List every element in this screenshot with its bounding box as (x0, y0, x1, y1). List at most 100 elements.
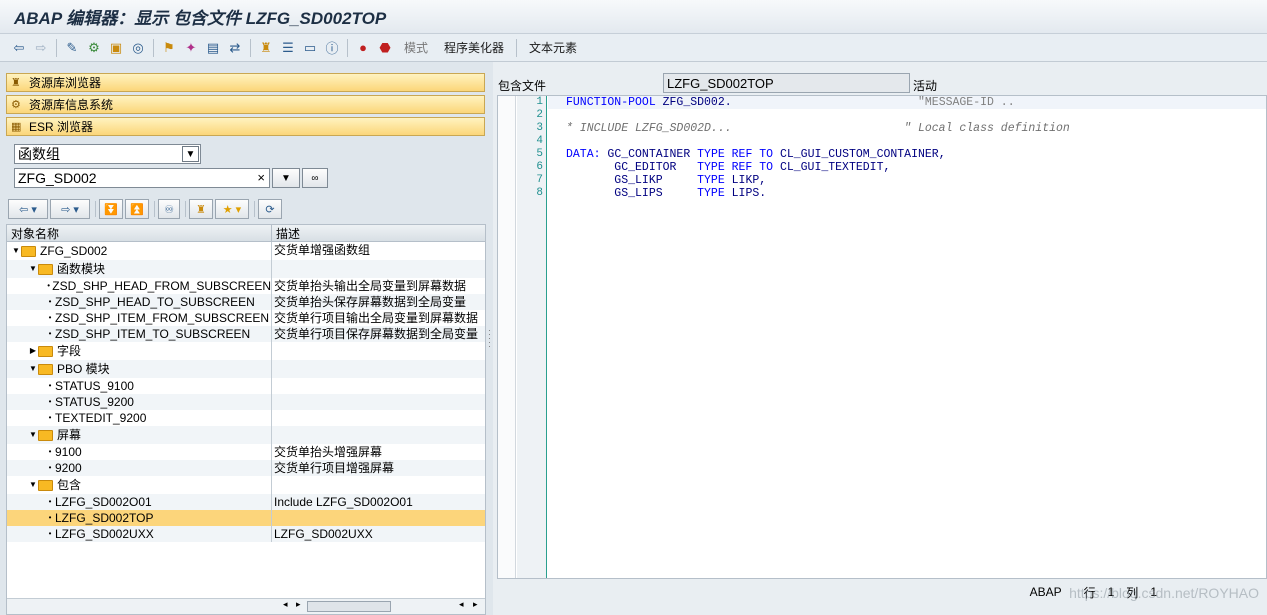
code-editor[interactable]: 12345678 FUNCTION-POOL ZFG_SD002. "MESSA… (497, 95, 1267, 579)
tree-row[interactable]: • ZSD_SHP_ITEM_FROM_SUBSCREEN 交货单行项目输出全局变量… (7, 310, 485, 326)
expand-arrow-icon[interactable]: ▶ (28, 343, 38, 359)
scroll-right-icon[interactable]: ▸ (296, 599, 301, 610)
create-button[interactable]: ♜ (189, 199, 213, 219)
text-elements-button[interactable]: 文本元素 (521, 39, 585, 56)
tree-node-name[interactable]: ZSD_SHP_ITEM_TO_SUBSCREEN (55, 326, 250, 342)
expand-all-button[interactable]: ⏬ (99, 199, 123, 219)
tree-node-name[interactable]: STATUS_9100 (55, 378, 134, 394)
refresh-button[interactable]: ⟳ (258, 199, 282, 219)
tree-row[interactable]: ▶ 字段 (7, 342, 485, 360)
line-number: 2 (536, 109, 543, 121)
tree-row[interactable]: • LZFG_SD002TOP (7, 510, 485, 526)
toolbar-separator (347, 38, 348, 57)
repository-browser-button[interactable]: ♜ 资源库浏览器 (6, 73, 485, 92)
window-icon[interactable]: ▭ (299, 37, 321, 59)
tree-node-name[interactable]: 9200 (55, 460, 82, 476)
tree-node-name[interactable]: PBO 模块 (57, 361, 110, 377)
back-arrow-icon[interactable]: ⇦ (8, 37, 30, 59)
tree-row[interactable]: ▼ PBO 模块 (7, 360, 485, 378)
tree-row[interactable]: • STATUS_9200 (7, 394, 485, 410)
tree-row[interactable]: • 9200 交货单行项目增强屏幕 (7, 460, 485, 476)
tree-row[interactable]: ▼ ZFG_SD002 交货单增强函数组 (7, 242, 485, 260)
find-button[interactable]: ♾ (158, 199, 180, 219)
tree-node-description: 交货单抬头增强屏幕 (274, 445, 383, 459)
watermark: https://blog.csdn.net/ROYHAO (1069, 585, 1259, 601)
object-name-input[interactable]: ZFG_SD002 × (14, 168, 270, 188)
where-used-icon[interactable]: ⚑ (158, 37, 180, 59)
object-list-icon[interactable]: ▤ (202, 37, 224, 59)
tree-node-name[interactable]: 函数模块 (57, 261, 105, 277)
tree-node-description: LZFG_SD002UXX (274, 527, 373, 541)
tree-row[interactable]: ▼ 函数模块 (7, 260, 485, 278)
hierarchy-icon[interactable]: ♜ (255, 37, 277, 59)
tree-row[interactable]: ▼ 屏幕 (7, 426, 485, 444)
scroll-right-icon[interactable]: ▸ (473, 599, 478, 610)
pretty-printer-button[interactable]: 程序美化器 (436, 39, 512, 56)
check-icon[interactable]: ▣ (105, 37, 127, 59)
stop-icon[interactable]: ⬣ (374, 37, 396, 59)
tree-node-name[interactable]: ZFG_SD002 (40, 243, 107, 259)
tree-row[interactable]: • STATUS_9100 (7, 378, 485, 394)
bullet-icon: • (48, 413, 52, 422)
line-number: 1 (536, 96, 543, 108)
tree-node-name[interactable]: LZFG_SD002TOP (55, 510, 153, 526)
tree-node-name[interactable]: ZSD_SHP_HEAD_TO_SUBSCREEN (55, 294, 255, 310)
tree-node-name[interactable]: STATUS_9200 (55, 394, 134, 410)
collapse-arrow-icon[interactable]: ▼ (28, 477, 38, 493)
other-object-icon[interactable]: ⚙ (83, 37, 105, 59)
history-dropdown-button[interactable]: ▼ (272, 168, 300, 188)
collapse-arrow-icon[interactable]: ▼ (11, 243, 21, 259)
collapse-all-button[interactable]: ⏫ (125, 199, 149, 219)
tree-node-description (272, 260, 274, 278)
line-number: 7 (536, 174, 543, 186)
collapse-arrow-icon[interactable]: ▼ (28, 427, 38, 443)
clear-icon[interactable]: × (257, 170, 265, 185)
tree-node-name[interactable]: ZSD_SHP_ITEM_FROM_SUBSCREEN (55, 310, 269, 326)
info-icon[interactable]: ⓘ (321, 37, 343, 59)
chevron-down-icon[interactable]: ▼ (182, 146, 199, 162)
tree-node-name[interactable]: LZFG_SD002UXX (55, 526, 154, 542)
previous-object-button[interactable]: ⇦ ▾ (8, 199, 48, 219)
folder-icon (38, 263, 53, 275)
tree-row[interactable]: • TEXTEDIT_9200 (7, 410, 485, 426)
repository-info-system-button[interactable]: ⚙ 资源库信息系统 (6, 95, 485, 114)
tree-row[interactable]: • ZSD_SHP_HEAD_FROM_SUBSCREEN 交货单抬头输出全局变量到… (7, 278, 485, 294)
esr-browser-button[interactable]: ▦ ESR 浏览器 (6, 117, 485, 136)
tree-node-name[interactable]: 屏幕 (57, 427, 81, 443)
activate-icon[interactable]: ◎ (127, 37, 149, 59)
tree-node-name[interactable]: ZSD_SHP_HEAD_FROM_SUBSCREEN (52, 278, 271, 294)
display-glasses-button[interactable]: ∞ (302, 168, 328, 188)
column-header-description[interactable]: 描述 (272, 225, 300, 241)
stack-icon[interactable]: ☰ (277, 37, 299, 59)
tree-row[interactable]: • 9100 交货单抬头增强屏幕 (7, 444, 485, 460)
tree-node-name[interactable]: 9100 (55, 444, 82, 460)
display-change-icon[interactable]: ✎ (61, 37, 83, 59)
tree-row[interactable]: • LZFG_SD002UXX LZFG_SD002UXX (7, 526, 485, 542)
forward-arrow-icon[interactable]: ⇨ (30, 37, 52, 59)
scroll-thumb[interactable] (307, 601, 391, 612)
tree-node-name[interactable]: 字段 (57, 343, 81, 359)
column-header-object-name[interactable]: 对象名称 (7, 225, 272, 241)
favorites-button[interactable]: ★ ▾ (215, 199, 249, 219)
tree-node-name[interactable]: TEXTEDIT_9200 (55, 410, 146, 426)
object-type-select[interactable]: 函数组 ▼ (14, 144, 201, 164)
collapse-arrow-icon[interactable]: ▼ (28, 261, 38, 277)
tree-row[interactable]: • LZFG_SD002O01 Include LZFG_SD002O01 (7, 494, 485, 510)
next-object-button[interactable]: ⇨ ▾ (50, 199, 90, 219)
debug-icon[interactable]: ● (352, 37, 374, 59)
scroll-left-icon[interactable]: ◂ (283, 599, 288, 610)
tree-node-name[interactable]: 包含 (57, 477, 81, 493)
horizontal-scrollbar[interactable]: ◂ ▸ ◂ ▸ (7, 598, 485, 614)
pattern-icon[interactable]: ✦ (180, 37, 202, 59)
tree-node-name[interactable]: LZFG_SD002O01 (55, 494, 152, 510)
tree-row[interactable]: • ZSD_SHP_ITEM_TO_SUBSCREEN 交货单行项目保存屏幕数据到全… (7, 326, 485, 342)
scroll-left-icon[interactable]: ◂ (459, 599, 464, 610)
back-arrow-icon: ⇦ ▾ (19, 203, 37, 216)
tree-row[interactable]: • ZSD_SHP_HEAD_TO_SUBSCREEN 交货单抬头保存屏幕数据到全局… (7, 294, 485, 310)
tree-node-description (272, 510, 274, 526)
code-area[interactable]: FUNCTION-POOL ZFG_SD002. "MESSAGE-ID .. … (548, 96, 1266, 200)
collapse-arrow-icon[interactable]: ▼ (28, 361, 38, 377)
tree-row[interactable]: ▼ 包含 (7, 476, 485, 494)
navigation-icon[interactable]: ⇄ (224, 37, 246, 59)
pattern-mode-button[interactable]: 模式 (396, 39, 436, 56)
